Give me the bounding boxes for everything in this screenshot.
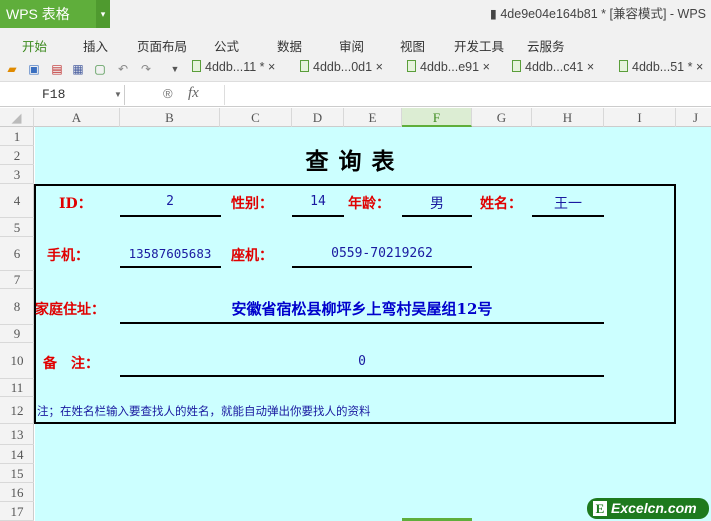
id-label: ID： — [59, 196, 92, 212]
document-icon — [407, 60, 416, 72]
underline — [292, 215, 344, 217]
underline — [402, 215, 472, 217]
menu-data[interactable]: 数据 — [277, 36, 302, 55]
doc-tab[interactable]: 4ddb...51 * × — [619, 60, 703, 74]
underline — [120, 322, 604, 324]
row-header[interactable]: 17 — [0, 502, 34, 521]
column-header[interactable]: G — [472, 108, 532, 127]
document-icon — [512, 60, 521, 72]
mobile-value[interactable]: 13587605683 — [120, 246, 220, 261]
save-icon[interactable]: ▣ — [27, 62, 41, 76]
gender-value[interactable]: 14 — [292, 194, 344, 209]
menu-formulas[interactable]: 公式 — [214, 36, 239, 55]
name-value[interactable]: 王一 — [532, 193, 604, 213]
row-header[interactable]: 5 — [0, 218, 34, 237]
app-menu-button[interactable]: WPS 表格 — [0, 0, 110, 28]
column-header[interactable]: C — [220, 108, 292, 127]
lookup-icon[interactable]: ® — [163, 86, 173, 101]
column-header[interactable]: D — [292, 108, 344, 127]
sheet-title: 查询表 — [305, 148, 405, 175]
underline — [120, 375, 604, 377]
usage-note: 注；在姓名栏输入要查找人的姓名，就能自动弹出你要找人的资料 — [37, 406, 371, 418]
open-icon[interactable]: ▰ — [5, 62, 19, 76]
name-box[interactable]: F18 — [0, 85, 125, 105]
insert-function-button[interactable]: fx — [188, 85, 199, 102]
name-box-dropdown-icon[interactable]: ▼ — [114, 85, 122, 105]
gender-label: 性别： — [231, 196, 273, 212]
menu-insert[interactable]: 插入 — [83, 36, 108, 55]
document-icon — [619, 60, 628, 72]
row-header[interactable]: 8 — [0, 289, 34, 325]
row-header[interactable]: 3 — [0, 165, 34, 184]
document-title: ▮ 4de9e04e164b81 * [兼容模式] - WPS — [490, 7, 707, 21]
phone-value[interactable]: 0559-70219262 — [292, 246, 472, 261]
doc-tab[interactable]: 4ddb...0d1 × — [300, 60, 383, 74]
column-header[interactable]: B — [120, 108, 220, 127]
export-pdf-icon[interactable]: ▤ — [50, 62, 64, 76]
doc-tab[interactable]: 4ddb...e91 × — [407, 60, 490, 74]
address-value[interactable]: 安徽省宿松县柳坪乡上弯村吴屋组12号 — [120, 298, 604, 319]
more-dropdown-icon[interactable]: ▼ — [168, 62, 182, 76]
row-header[interactable]: 7 — [0, 271, 34, 289]
mobile-label: 手机： — [47, 248, 89, 264]
undo-icon[interactable]: ↶ — [116, 62, 130, 76]
column-header[interactable]: J — [676, 108, 711, 127]
underline — [120, 215, 221, 217]
menu-cloud[interactable]: 云服务 — [527, 36, 565, 55]
document-icon — [300, 60, 309, 72]
column-header[interactable]: E — [344, 108, 402, 127]
row-header[interactable]: 4 — [0, 184, 34, 218]
underline — [532, 215, 604, 217]
redo-icon[interactable]: ↷ — [139, 62, 153, 76]
underline — [292, 266, 472, 268]
doc-tab[interactable]: 4ddb...c41 × — [512, 60, 594, 74]
remark-label: 备 注： — [43, 356, 99, 372]
column-header[interactable]: A — [34, 108, 120, 127]
select-all-button[interactable]: ◢ — [0, 108, 34, 127]
document-icon — [192, 60, 201, 72]
app-name: WPS 表格 — [6, 6, 70, 22]
doc-tab[interactable]: 4ddb...11 * × — [192, 60, 275, 74]
app-menu-dropdown-icon[interactable]: ▾ — [96, 0, 110, 28]
address-label: 家庭住址： — [35, 302, 105, 318]
remark-value[interactable]: 0 — [120, 354, 604, 369]
watermark-e-icon: E — [593, 501, 607, 516]
menu-view[interactable]: 视图 — [400, 36, 425, 55]
column-header[interactable]: H — [532, 108, 604, 127]
menu-page-layout[interactable]: 页面布局 — [137, 36, 187, 55]
name-label: 姓名： — [480, 196, 522, 212]
underline — [120, 266, 221, 268]
row-header[interactable]: 11 — [0, 379, 34, 397]
row-header[interactable]: 15 — [0, 464, 34, 483]
column-header[interactable]: F — [402, 108, 472, 127]
age-label: 年龄： — [348, 196, 390, 212]
row-header[interactable]: 6 — [0, 237, 34, 271]
row-header[interactable]: 10 — [0, 343, 34, 379]
row-header[interactable]: 1 — [0, 127, 34, 146]
formula-input[interactable] — [224, 85, 711, 105]
column-header[interactable]: I — [604, 108, 676, 127]
menu-developer[interactable]: 开发工具 — [454, 36, 504, 55]
print-preview-icon[interactable]: ▢ — [93, 62, 107, 76]
row-header[interactable]: 16 — [0, 483, 34, 502]
id-value[interactable]: 2 — [120, 194, 220, 209]
row-header[interactable]: 13 — [0, 424, 34, 445]
phone-label: 座机： — [231, 248, 273, 264]
row-header[interactable]: 12 — [0, 397, 34, 424]
row-header[interactable]: 2 — [0, 146, 34, 165]
menu-home[interactable]: 开始 — [22, 36, 47, 55]
menu-review[interactable]: 审阅 — [339, 36, 364, 55]
age-value[interactable]: 男 — [402, 193, 472, 213]
row-header[interactable]: 14 — [0, 445, 34, 464]
print-icon[interactable]: ▦ — [71, 62, 85, 76]
row-header[interactable]: 9 — [0, 325, 34, 343]
